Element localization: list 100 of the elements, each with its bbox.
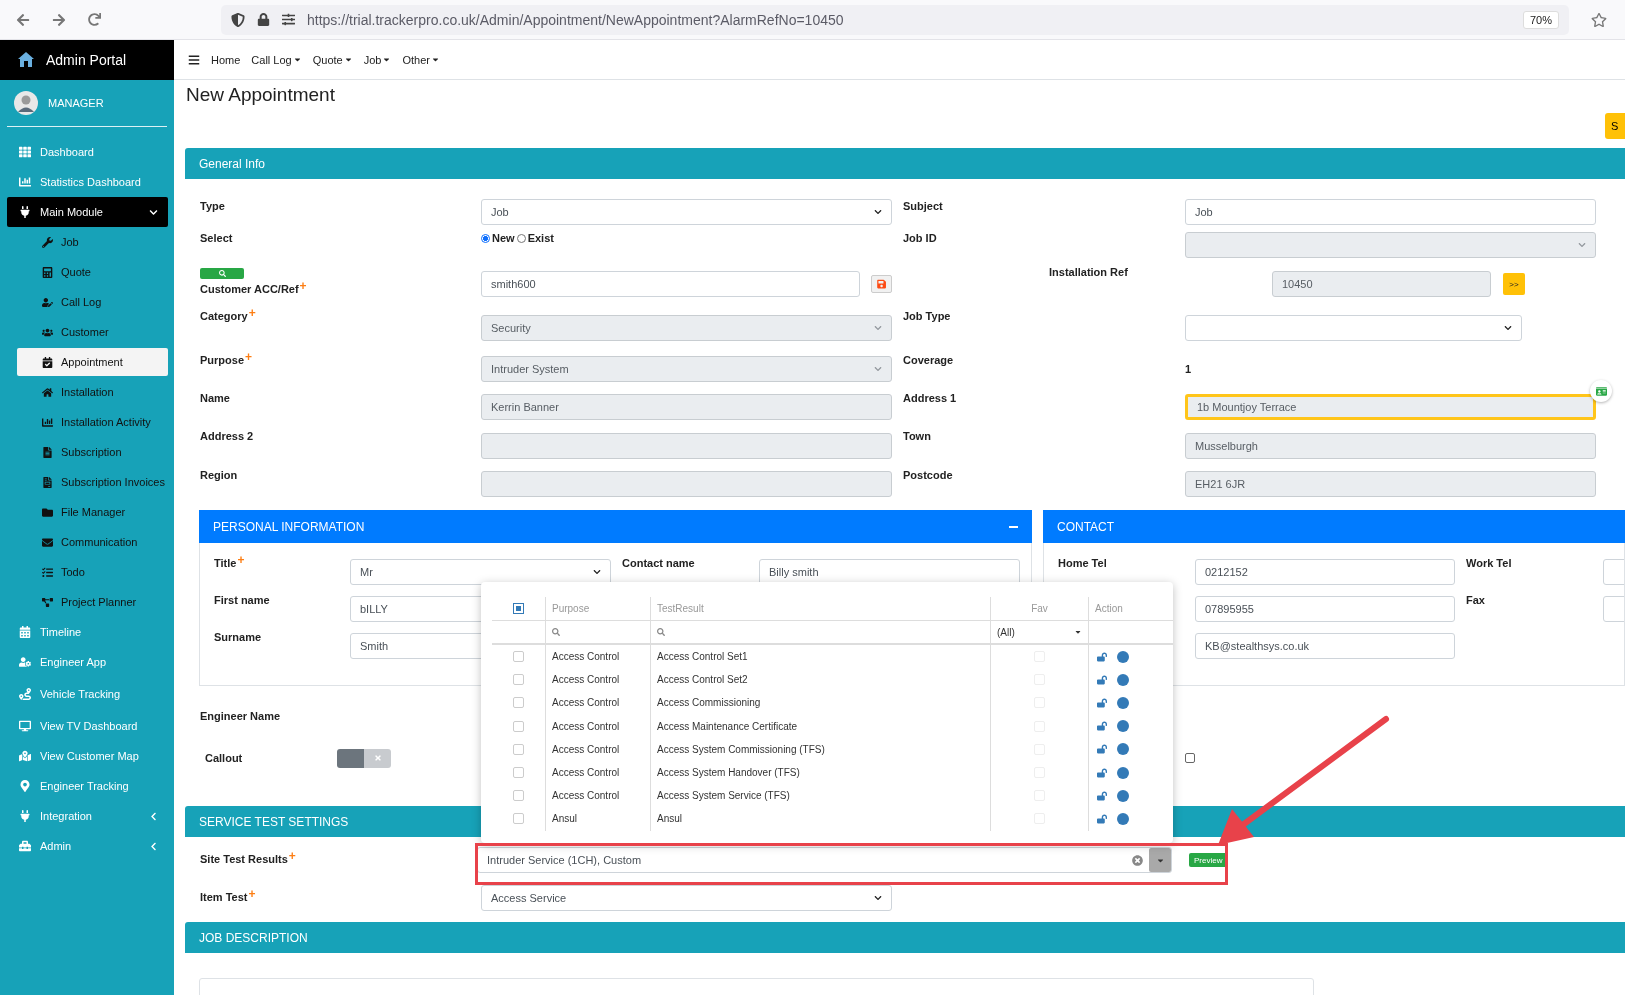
save-button[interactable]: S [1605, 113, 1625, 139]
menu-icon[interactable] [188, 53, 200, 66]
save-button[interactable] [870, 275, 892, 293]
preview-button[interactable]: Preview [1189, 853, 1228, 867]
unlock-icon[interactable] [1097, 744, 1107, 755]
radio-button[interactable] [516, 233, 526, 243]
row-checkbox[interactable] [513, 697, 524, 709]
field-label: Surname [214, 631, 262, 643]
reload-icon[interactable] [88, 13, 101, 26]
sidebar-item[interactable]: Customer [17, 317, 168, 347]
chevron-icon [874, 894, 882, 902]
chevron-icon [874, 324, 882, 332]
search-icon[interactable] [657, 628, 665, 636]
filter-dropdown[interactable]: (All) [997, 626, 1082, 638]
table-cell: Access Control Set2 [650, 668, 990, 692]
select-field[interactable]: Job [481, 199, 892, 225]
row-checkbox[interactable] [513, 767, 524, 779]
search-icon [218, 270, 226, 277]
avatar [14, 91, 38, 115]
field-label: First name [214, 594, 270, 606]
field-label: Item Test [200, 891, 248, 903]
unlock-icon[interactable] [1097, 790, 1107, 801]
unlock-icon[interactable] [1097, 721, 1107, 732]
nav-link[interactable]: Home [211, 53, 241, 66]
minus-icon[interactable] [1009, 525, 1018, 528]
clear-icon[interactable] [1132, 854, 1143, 866]
sidebar-item[interactable]: Appointment [17, 348, 168, 376]
select-field[interactable] [1185, 315, 1522, 341]
row-checkbox[interactable] [513, 720, 524, 732]
brand-name: Admin Portal [46, 52, 127, 68]
circle-icon[interactable] [1117, 720, 1129, 733]
select-field[interactable]: Access Service [481, 885, 892, 911]
circle-icon[interactable] [1117, 789, 1129, 802]
sidebar-item[interactable]: Job [17, 227, 168, 257]
sidebar-item[interactable]: Project Planner [17, 587, 168, 617]
row-checkbox[interactable] [513, 674, 524, 686]
sidebar-item[interactable]: Installation [17, 377, 168, 407]
field-label: Contact name [622, 557, 695, 569]
nav-link[interactable]: Quote [312, 53, 353, 66]
search-icon[interactable] [552, 628, 560, 636]
sidebar-item[interactable]: Communication [17, 527, 168, 557]
sidebar-item[interactable]: Main Module [7, 197, 168, 227]
chart-icon [42, 416, 53, 428]
nav-link[interactable]: Other [402, 53, 440, 66]
row-checkbox[interactable] [513, 790, 524, 802]
dropdown-button[interactable] [1149, 848, 1171, 872]
text-field[interactable]: Billy smith [759, 558, 1020, 585]
sidebar-item[interactable]: Subscription Invoices [17, 467, 168, 497]
radio-label[interactable]: Exist [527, 232, 554, 244]
circle-icon[interactable] [1117, 766, 1129, 779]
checkbox[interactable] [1185, 753, 1195, 763]
sidebar-item[interactable]: Quote [17, 257, 168, 287]
circle-icon[interactable] [1117, 743, 1129, 756]
circle-icon[interactable] [1117, 812, 1129, 825]
unlock-icon[interactable] [1097, 767, 1107, 778]
sidebar-item[interactable]: Call Log [17, 287, 168, 317]
unlock-icon[interactable] [1097, 697, 1107, 708]
id-card-icon[interactable] [1590, 380, 1612, 402]
plug-icon [19, 206, 31, 218]
sidebar-item[interactable]: Installation Activity [17, 407, 168, 437]
select-all-checkbox[interactable] [513, 603, 524, 614]
search-button[interactable] [200, 268, 244, 279]
nav-link[interactable]: Call Log [251, 53, 302, 66]
unlock-icon[interactable] [1097, 651, 1107, 662]
unlock-icon[interactable] [1097, 674, 1107, 685]
circle-icon[interactable] [1117, 696, 1129, 709]
select-field[interactable]: Mr [350, 558, 611, 585]
unlock-icon[interactable] [1097, 813, 1107, 824]
back-icon[interactable] [16, 12, 30, 27]
table-cell: Access Control Set1 [650, 645, 990, 669]
sidebar-item[interactable]: Subscription [17, 437, 168, 467]
star-icon[interactable] [1591, 11, 1607, 28]
zoom-badge[interactable]: 70% [1522, 10, 1559, 29]
field-label: Region [200, 469, 238, 481]
address-bar[interactable]: https://trial.trackerpro.co.uk/Admin/Appointment/NewAppointment?AlarmRefNo=10450 70% [221, 4, 1569, 35]
nav-link[interactable]: Job [363, 53, 392, 66]
forward-icon[interactable] [52, 12, 66, 27]
caret-icon [430, 55, 440, 64]
multi-select-field[interactable]: Intruder Service (1CH), Custom [477, 847, 1172, 873]
circle-icon[interactable] [1117, 673, 1129, 686]
sidebar-item[interactable]: File Manager [17, 497, 168, 527]
text-field[interactable]: smith600 [481, 271, 860, 297]
radio-label[interactable]: New [492, 232, 515, 244]
row-checkbox[interactable] [513, 743, 524, 755]
envelope-icon [42, 536, 53, 548]
row-checkbox[interactable] [513, 651, 524, 663]
radio-button[interactable] [481, 233, 490, 243]
text-field[interactable]: KB@stealthsys.co.uk [1195, 632, 1455, 659]
chart-icon [19, 176, 31, 188]
required-mark: + [248, 306, 256, 320]
text-field[interactable]: 0212152 [1195, 558, 1455, 585]
table-cell: Access Control [545, 714, 650, 738]
sidebar-item[interactable]: Todo [17, 557, 168, 587]
row-checkbox[interactable] [513, 813, 524, 825]
toggle-switch[interactable] [337, 748, 391, 768]
text-field[interactable]: 07895955 [1195, 595, 1455, 622]
caret-icon [382, 55, 392, 64]
text-field[interactable]: Job [1185, 199, 1596, 225]
caret-icon [1074, 628, 1082, 636]
circle-icon[interactable] [1117, 650, 1129, 663]
